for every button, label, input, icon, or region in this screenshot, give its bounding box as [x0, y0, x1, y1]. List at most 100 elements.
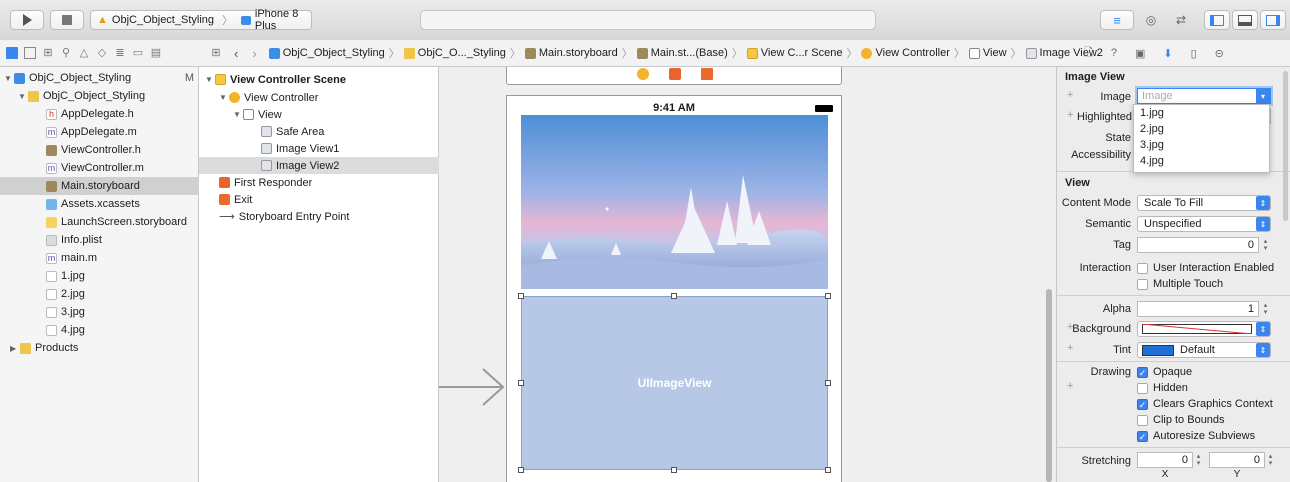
disclosure-down-icon[interactable]: ▼: [4, 74, 14, 83]
background-label: Background: [1072, 323, 1131, 335]
resize-handle-br[interactable]: [825, 467, 831, 473]
stretch-x-field[interactable]: 0: [1137, 452, 1193, 468]
file-inspector-icon[interactable]: 🗋: [1084, 44, 1093, 63]
breakpoint-icon[interactable]: ▭: [132, 47, 144, 59]
dropdown-option[interactable]: 3.jpg: [1134, 137, 1269, 153]
nav-item-project[interactable]: ▼ ObjC_Object_Styling M: [0, 69, 202, 87]
debug-icon[interactable]: ≣: [114, 47, 126, 59]
symbol-icon[interactable]: ⊞: [42, 47, 54, 59]
stretch-x-stepper-icon[interactable]: ▴ ▾: [1194, 453, 1203, 467]
nav-item-products[interactable]: ▶ Products: [0, 339, 208, 357]
exit-icon[interactable]: [701, 68, 713, 80]
image-view2[interactable]: UIImageView: [521, 296, 828, 470]
outline-first-responder[interactable]: First Responder: [199, 174, 458, 191]
assistant-editor-button[interactable]: ◎: [1136, 10, 1166, 30]
outline-view[interactable]: ▼ View: [199, 106, 472, 123]
inspector-scrollbar[interactable]: [1283, 71, 1288, 221]
resize-handle-mr[interactable]: [825, 380, 831, 386]
disclosure-down-icon[interactable]: ▼: [18, 92, 28, 101]
breadcrumb-project[interactable]: ObjC_Object_Styling: [268, 47, 385, 59]
stop-button[interactable]: [50, 10, 84, 30]
first-responder-icon[interactable]: [669, 68, 681, 80]
version-editor-button[interactable]: ⇄: [1166, 10, 1196, 30]
breadcrumb-scene[interactable]: View C...r Scene: [746, 47, 842, 59]
image-view1[interactable]: [521, 115, 828, 289]
scene-icon: [215, 74, 226, 85]
stretch-y-field[interactable]: 0: [1209, 452, 1265, 468]
breadcrumb-view-controller[interactable]: View Controller: [861, 47, 950, 59]
breadcrumb-storyboard[interactable]: Main.storyboard: [524, 47, 618, 59]
content-mode-popup[interactable]: Scale To Fill ⇕: [1137, 195, 1271, 211]
disclosure-down-icon[interactable]: ▼: [219, 93, 229, 102]
divider: [1057, 295, 1290, 296]
search-icon[interactable]: ⚲: [60, 47, 72, 59]
tint-color-popup[interactable]: Default ⇕: [1137, 342, 1271, 358]
alpha-field[interactable]: 1: [1137, 301, 1259, 317]
chevron-down-icon[interactable]: ▾: [1256, 89, 1270, 103]
clip-bounds-checkbox[interactable]: Clip to Bounds: [1137, 414, 1225, 426]
resize-handle-tr[interactable]: [825, 293, 831, 299]
source-control-icon[interactable]: [24, 47, 36, 59]
disclosure-down-icon[interactable]: ▼: [233, 110, 243, 119]
semantic-popup[interactable]: Unspecified ⇕: [1137, 216, 1271, 232]
view-controller-scene[interactable]: 9:41 AM UIImageView: [506, 95, 842, 482]
breadcrumb-view[interactable]: View: [968, 47, 1007, 59]
stretch-y-stepper-icon[interactable]: ▴ ▾: [1266, 453, 1275, 467]
background-color-popup[interactable]: ⇕: [1137, 321, 1271, 337]
plus-icon[interactable]: +: [1067, 109, 1073, 121]
dropdown-option[interactable]: 4.jpg: [1134, 153, 1269, 169]
related-items-icon[interactable]: ⊞: [210, 47, 222, 59]
clears-graphics-checkbox[interactable]: ✓ Clears Graphics Context: [1137, 398, 1273, 410]
tag-field[interactable]: 0: [1137, 237, 1259, 253]
inspector-selector: 🗋 ? ▣ ⬇ ▯ ⊝: [1056, 40, 1290, 66]
help-inspector-icon[interactable]: ?: [1111, 47, 1117, 59]
toggle-navigator-button[interactable]: [1204, 10, 1230, 30]
standard-editor-button[interactable]: ≡: [1100, 10, 1134, 30]
run-button[interactable]: [10, 10, 44, 30]
scheme-selector[interactable]: ▲ ObjC_Object_Styling 〉 iPhone 8 Plus: [90, 8, 312, 32]
identity-inspector-icon[interactable]: ▣: [1135, 47, 1145, 60]
multiple-touch-checkbox[interactable]: Multiple Touch: [1137, 278, 1223, 290]
outline-scene[interactable]: ▼ View Controller Scene: [199, 71, 444, 88]
warning-icon[interactable]: △: [78, 47, 90, 59]
tag-stepper-icon[interactable]: ▴ ▾: [1261, 238, 1270, 252]
view-controller-icon[interactable]: [637, 68, 649, 80]
nav-item-group[interactable]: ▼ ObjC_Object_Styling: [0, 87, 216, 105]
breadcrumb-group[interactable]: ObjC_O..._Styling: [403, 47, 506, 59]
storyboard-canvas[interactable]: 9:41 AM UIImageView: [439, 67, 1055, 482]
content-mode-label: Content Mode: [1061, 197, 1131, 209]
outline-entry-point[interactable]: ⟶ Storyboard Entry Point: [199, 208, 458, 225]
forward-icon[interactable]: ›: [252, 46, 256, 61]
resize-handle-bm[interactable]: [671, 467, 677, 473]
alpha-stepper-icon[interactable]: ▴ ▾: [1261, 302, 1270, 316]
toggle-utilities-button[interactable]: [1260, 10, 1286, 30]
plus-icon[interactable]: +: [1067, 89, 1073, 101]
plus-icon[interactable]: +: [1067, 380, 1073, 392]
disclosure-right-icon[interactable]: ▶: [10, 344, 20, 353]
back-icon[interactable]: ‹: [234, 46, 238, 61]
resize-handle-tl[interactable]: [518, 293, 524, 299]
image-combo-input[interactable]: Image ▾: [1137, 88, 1271, 104]
hidden-checkbox[interactable]: Hidden: [1137, 382, 1188, 394]
attributes-inspector-icon[interactable]: ⬇: [1163, 47, 1172, 60]
autoresize-checkbox[interactable]: ✓ Autoresize Subviews: [1137, 430, 1255, 442]
breadcrumb-base[interactable]: Main.st...(Base): [636, 47, 728, 59]
resize-handle-ml[interactable]: [518, 380, 524, 386]
size-inspector-icon[interactable]: ▯: [1191, 47, 1197, 60]
outline-exit[interactable]: Exit: [199, 191, 458, 208]
test-icon[interactable]: ◇: [96, 47, 108, 59]
report-icon[interactable]: ▤: [150, 47, 162, 59]
canvas-scrollbar[interactable]: [1046, 289, 1052, 482]
connections-inspector-icon[interactable]: ⊝: [1215, 47, 1224, 60]
toggle-debug-button[interactable]: [1232, 10, 1258, 30]
resize-handle-bl[interactable]: [518, 467, 524, 473]
outline-view-controller[interactable]: ▼ View Controller: [199, 89, 458, 106]
dropdown-option[interactable]: 2.jpg: [1134, 121, 1269, 137]
disclosure-down-icon[interactable]: ▼: [205, 75, 215, 84]
resize-handle-tm[interactable]: [671, 293, 677, 299]
user-interaction-checkbox[interactable]: User Interaction Enabled: [1137, 262, 1274, 274]
opaque-checkbox[interactable]: ✓ Opaque: [1137, 366, 1192, 378]
dropdown-option[interactable]: 1.jpg: [1134, 105, 1269, 121]
folder-icon[interactable]: [6, 47, 18, 59]
image-file-icon: [46, 288, 57, 300]
